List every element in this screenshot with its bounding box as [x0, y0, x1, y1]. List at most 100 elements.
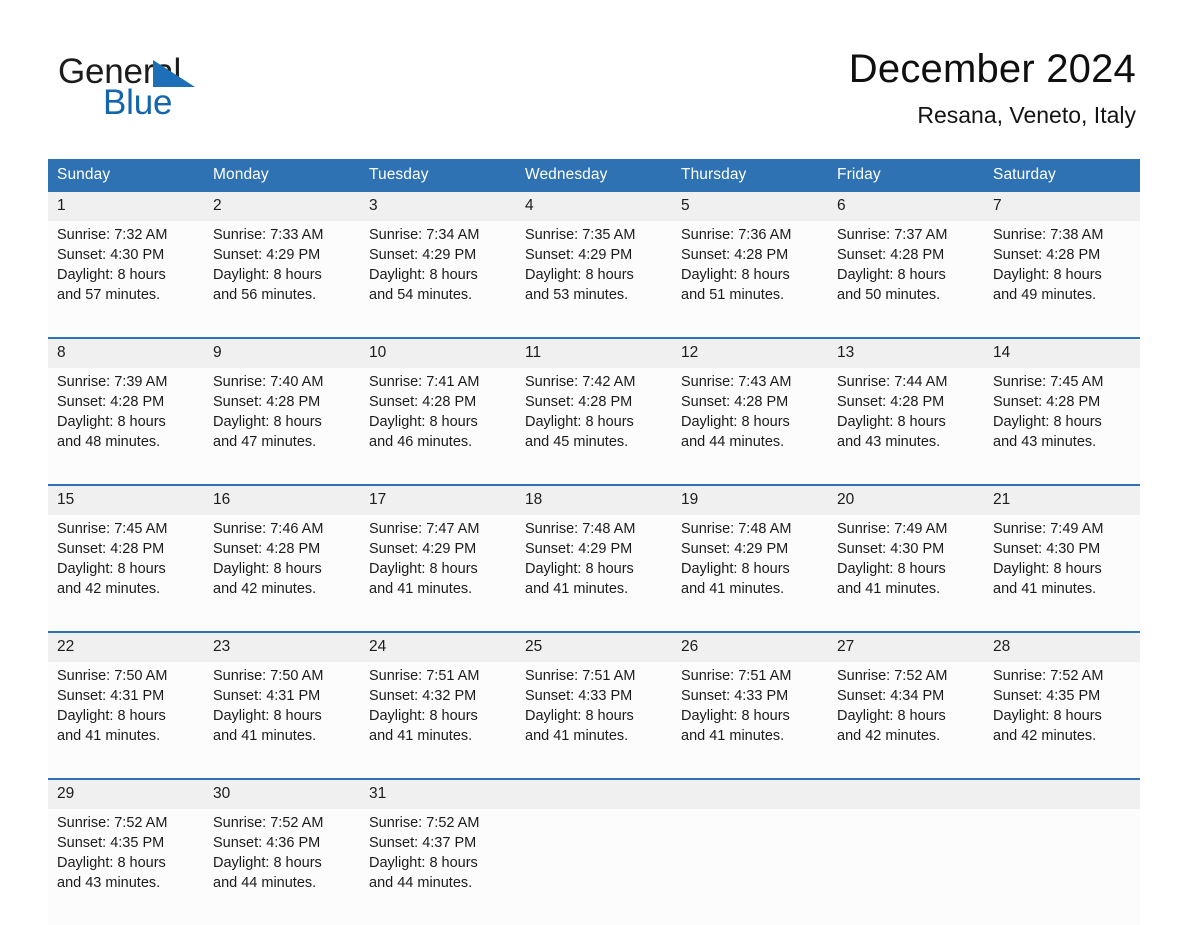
day-sunset-text: Sunset: 4:28 PM — [57, 541, 165, 557]
day-number-cell[interactable]: 10 — [360, 337, 516, 368]
day-number-cell[interactable]: 27 — [828, 631, 984, 662]
day-daylight-text: Daylight: 8 hours — [369, 708, 478, 724]
page-header: General Blue December 2024 Resana, Venet… — [0, 0, 1188, 128]
weekday-header-friday: Friday — [828, 159, 984, 192]
day-detail-cell: Sunrise: 7:46 AM Sunset: 4:28 PM Daylight:… — [204, 515, 360, 632]
general-blue-logo[interactable]: General Blue — [58, 52, 278, 122]
day-sunset-text: Sunset: 4:28 PM — [681, 247, 789, 263]
day-daylight-text: and 43 minutes. — [837, 434, 941, 450]
day-daylight-text: and 44 minutes. — [213, 875, 317, 891]
day-daylight-text: Daylight: 8 hours — [369, 561, 478, 577]
day-sunrise-text: Sunrise: 7:52 AM — [213, 815, 324, 831]
calendar-header-row: Sunday Monday Tuesday Wednesday Thursday… — [48, 159, 1140, 192]
weekday-header-wednesday: Wednesday — [516, 159, 672, 192]
day-sunrise-text: Sunrise: 7:42 AM — [525, 374, 636, 390]
day-number-cell[interactable]: 26 — [672, 631, 828, 662]
day-number-cell[interactable]: 23 — [204, 631, 360, 662]
day-number-cell[interactable]: 21 — [984, 484, 1140, 515]
day-daylight-text: Daylight: 8 hours — [213, 267, 322, 283]
day-sunrise-text: Sunrise: 7:45 AM — [57, 521, 168, 537]
week-daynumber-row: 15 16 17 18 19 20 21 — [48, 484, 1140, 515]
day-number-cell[interactable]: 11 — [516, 337, 672, 368]
day-number-cell[interactable]: 15 — [48, 484, 204, 515]
day-number-cell[interactable]: 29 — [48, 778, 204, 809]
day-sunset-text: Sunset: 4:31 PM — [57, 688, 165, 704]
day-number-cell[interactable]: 1 — [48, 192, 204, 221]
day-daylight-text: and 50 minutes. — [837, 287, 941, 303]
day-sunrise-text: Sunrise: 7:48 AM — [525, 521, 636, 537]
day-daylight-text: and 54 minutes. — [369, 287, 473, 303]
day-daylight-text: Daylight: 8 hours — [213, 414, 322, 430]
day-detail-cell: Sunrise: 7:38 AM Sunset: 4:28 PM Daylight:… — [984, 221, 1140, 338]
day-sunrise-text: Sunrise: 7:34 AM — [369, 227, 480, 243]
day-number-cell[interactable]: 18 — [516, 484, 672, 515]
day-detail-cell: Sunrise: 7:49 AM Sunset: 4:30 PM Daylight:… — [984, 515, 1140, 632]
day-number-cell[interactable]: 16 — [204, 484, 360, 515]
day-number-cell[interactable]: 12 — [672, 337, 828, 368]
day-number-cell[interactable]: 4 — [516, 192, 672, 221]
day-sunrise-text: Sunrise: 7:51 AM — [525, 668, 636, 684]
day-number-cell[interactable]: 24 — [360, 631, 516, 662]
day-detail-cell: Sunrise: 7:49 AM Sunset: 4:30 PM Daylight:… — [828, 515, 984, 632]
day-number-cell[interactable]: 13 — [828, 337, 984, 368]
week-detail-row: Sunrise: 7:50 AM Sunset: 4:31 PM Daylight:… — [48, 662, 1140, 779]
day-daylight-text: Daylight: 8 hours — [369, 855, 478, 871]
day-number-cell[interactable]: 25 — [516, 631, 672, 662]
day-sunrise-text: Sunrise: 7:48 AM — [681, 521, 792, 537]
weekday-header-tuesday: Tuesday — [360, 159, 516, 192]
day-sunset-text: Sunset: 4:33 PM — [525, 688, 633, 704]
day-detail-cell: Sunrise: 7:33 AM Sunset: 4:29 PM Daylight:… — [204, 221, 360, 338]
day-number-cell[interactable]: 2 — [204, 192, 360, 221]
day-daylight-text: and 47 minutes. — [213, 434, 317, 450]
day-number-cell[interactable]: 8 — [48, 337, 204, 368]
day-sunset-text: Sunset: 4:30 PM — [993, 541, 1101, 557]
day-number-cell[interactable]: 30 — [204, 778, 360, 809]
day-number-cell[interactable]: 3 — [360, 192, 516, 221]
day-daylight-text: and 42 minutes. — [213, 581, 317, 597]
day-number-cell[interactable]: 17 — [360, 484, 516, 515]
day-sunrise-text: Sunrise: 7:33 AM — [213, 227, 324, 243]
day-daylight-text: and 57 minutes. — [57, 287, 161, 303]
day-sunset-text: Sunset: 4:33 PM — [681, 688, 789, 704]
day-daylight-text: Daylight: 8 hours — [681, 414, 790, 430]
day-number-cell[interactable]: 19 — [672, 484, 828, 515]
day-sunset-text: Sunset: 4:29 PM — [525, 247, 633, 263]
day-number-cell[interactable]: 9 — [204, 337, 360, 368]
week-daynumber-row: 1234567 — [48, 192, 1140, 221]
day-daylight-text: and 49 minutes. — [993, 287, 1097, 303]
day-daylight-text: and 42 minutes. — [993, 728, 1097, 744]
day-daylight-text: Daylight: 8 hours — [525, 267, 634, 283]
week-detail-row: Sunrise: 7:39 AM Sunset: 4:28 PM Daylight:… — [48, 368, 1140, 485]
day-sunrise-text: Sunrise: 7:38 AM — [993, 227, 1104, 243]
week-detail-row: Sunrise: 7:52 AM Sunset: 4:35 PM Daylight:… — [48, 809, 1140, 925]
day-daylight-text: Daylight: 8 hours — [213, 855, 322, 871]
day-daylight-text: Daylight: 8 hours — [525, 414, 634, 430]
day-number-cell[interactable]: 14 — [984, 337, 1140, 368]
weekday-header-saturday: Saturday — [984, 159, 1140, 192]
day-number-cell[interactable]: 28 — [984, 631, 1140, 662]
day-daylight-text: and 41 minutes. — [837, 581, 941, 597]
day-detail-cell: Sunrise: 7:41 AM Sunset: 4:28 PM Daylight:… — [360, 368, 516, 485]
day-detail-empty — [984, 809, 1140, 925]
day-detail-cell: Sunrise: 7:32 AM Sunset: 4:30 PM Daylight:… — [48, 221, 204, 338]
day-sunrise-text: Sunrise: 7:44 AM — [837, 374, 948, 390]
day-number-cell[interactable]: 31 — [360, 778, 516, 809]
day-number-cell[interactable]: 7 — [984, 192, 1140, 221]
calendar: Sunday Monday Tuesday Wednesday Thursday… — [48, 159, 1140, 925]
day-number-cell[interactable]: 5 — [672, 192, 828, 221]
day-daylight-text: Daylight: 8 hours — [837, 561, 946, 577]
day-number-cell[interactable]: 22 — [48, 631, 204, 662]
day-number-cell[interactable]: 6 — [828, 192, 984, 221]
day-sunrise-text: Sunrise: 7:49 AM — [837, 521, 948, 537]
day-daylight-text: and 46 minutes. — [369, 434, 473, 450]
weekday-header-thursday: Thursday — [672, 159, 828, 192]
day-number-cell[interactable]: 20 — [828, 484, 984, 515]
day-detail-cell: Sunrise: 7:52 AM Sunset: 4:35 PM Daylight:… — [48, 809, 204, 925]
day-daylight-text: and 44 minutes. — [369, 875, 473, 891]
week-daynumber-row: 29 30 31 — [48, 778, 1140, 809]
day-number-empty — [516, 778, 672, 809]
day-daylight-text: Daylight: 8 hours — [681, 561, 790, 577]
day-daylight-text: Daylight: 8 hours — [837, 708, 946, 724]
day-detail-cell: Sunrise: 7:36 AM Sunset: 4:28 PM Daylight:… — [672, 221, 828, 338]
day-detail-cell: Sunrise: 7:52 AM Sunset: 4:34 PM Daylight:… — [828, 662, 984, 779]
